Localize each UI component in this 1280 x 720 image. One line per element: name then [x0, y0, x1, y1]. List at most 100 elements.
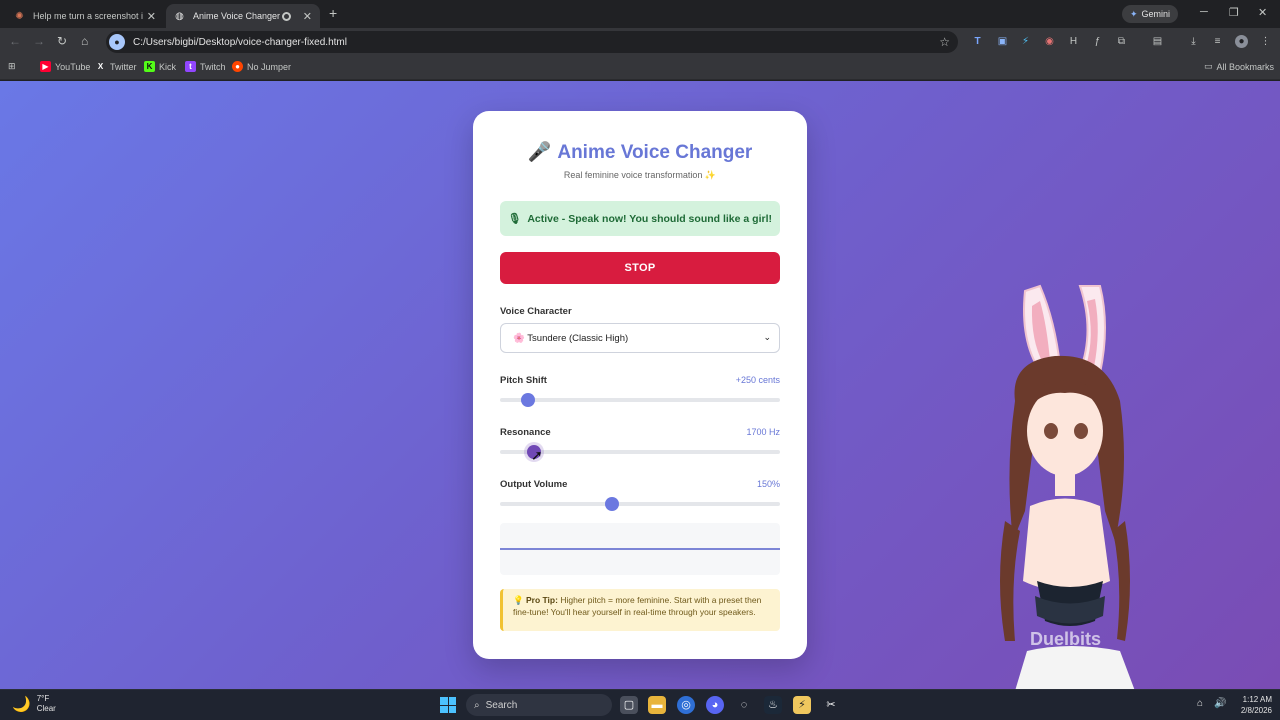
bookmarks-bar: ⊞ ▶ YouTube X Twitter K Kick t Twitch ● …: [0, 56, 1280, 80]
weather-temp: 7°F: [36, 694, 50, 703]
twitch-icon: t: [185, 61, 196, 72]
close-tab-icon[interactable]: ✕: [147, 10, 156, 23]
waveform-line: [500, 548, 780, 550]
browser-toolbar: ← → ↻ ⌂ ● C:/Users/bigbi/Desktop/voice-c…: [0, 28, 1280, 56]
microphone-icon: 🎤: [527, 142, 552, 163]
windows-taskbar: 🌙 7°F Clear ⌕ Search ▢ ▬ ◎ ◕ ◌ ♨ ⚡ ✂ ⌂ 🔊…: [0, 689, 1280, 720]
extension-tv-icon[interactable]: T: [971, 35, 984, 48]
capcut-icon[interactable]: ✂: [822, 696, 840, 714]
page-title-text: Anime Voice Changer: [557, 142, 753, 163]
recording-icon: [281, 11, 291, 21]
close-tab-icon[interactable]: ✕: [303, 10, 312, 23]
folder-icon: ▭: [1204, 61, 1213, 71]
menu-kebab-icon[interactable]: ⋮: [1259, 35, 1272, 48]
profile-avatar[interactable]: ●: [1235, 35, 1248, 48]
bookmark-no-jumper[interactable]: ● No Jumper: [232, 61, 291, 72]
bookmark-label: Twitch: [200, 61, 226, 72]
extension-record-icon[interactable]: ◉: [1043, 35, 1056, 48]
vtuber-avatar: [1000, 284, 1135, 689]
task-view-icon[interactable]: ▢: [620, 696, 638, 714]
output-volume-thumb[interactable]: [605, 497, 619, 511]
start-button[interactable]: [440, 697, 456, 713]
tip-title: Pro Tip:: [525, 595, 558, 605]
tab-help-screenshot[interactable]: ✺ Help me turn a screenshot into ✕: [6, 4, 164, 28]
lightbulb-icon: 💡: [513, 595, 524, 605]
pitch-shift-thumb[interactable]: [521, 393, 535, 407]
output-volume-label: Output Volume: [500, 479, 568, 490]
page-viewport: 🎤 Anime Voice Changer Real feminine voice…: [0, 81, 1280, 689]
kick-icon: K: [144, 61, 155, 72]
discord-icon[interactable]: ◕: [706, 696, 724, 714]
clock-date: 2/8/2026: [1240, 706, 1272, 715]
new-tab-button[interactable]: +: [329, 5, 337, 21]
pitch-shift-label: Pitch Shift: [500, 375, 547, 386]
bookmark-label: Twitter: [110, 61, 137, 72]
reload-button[interactable]: ↻: [57, 34, 67, 48]
extension-screen-icon[interactable]: ▣: [996, 35, 1009, 48]
extension-translate-icon[interactable]: ⚡: [1019, 35, 1032, 48]
taskbar-search[interactable]: ⌕ Search: [466, 694, 612, 716]
clock-time: 1:12 AM: [1242, 695, 1272, 704]
app-icon[interactable]: ⚡: [793, 696, 811, 714]
apps-grid-icon[interactable]: ⊞: [8, 61, 16, 72]
tab-strip: ✺ Help me turn a screenshot into ✕ ◍ Ani…: [0, 0, 1280, 28]
home-button[interactable]: ⌂: [81, 34, 88, 48]
voice-character-label: Voice Character: [500, 306, 572, 317]
chevron-down-icon: ⌄: [763, 332, 771, 342]
gemini-icon: ✦: [1130, 8, 1138, 19]
x-icon: X: [97, 62, 104, 71]
system-clock[interactable]: 1:12 AM 2/8/2026: [1228, 694, 1272, 716]
output-volume-slider[interactable]: [500, 497, 780, 511]
watermark: Duelbits: [1030, 629, 1102, 649]
extensions-puzzle-icon[interactable]: ⧉: [1115, 35, 1128, 48]
voice-changer-card: 🎤 Anime Voice Changer Real feminine voice…: [473, 111, 807, 659]
extension-f-icon[interactable]: ƒ: [1091, 35, 1104, 48]
pitch-shift-slider[interactable]: [500, 393, 780, 407]
back-button[interactable]: ←: [9, 34, 21, 48]
bookmark-twitch[interactable]: t Twitch: [185, 61, 226, 72]
extension-h-icon[interactable]: H: [1067, 35, 1080, 48]
close-window-button[interactable]: ✕: [1258, 6, 1267, 19]
stop-button[interactable]: STOP: [500, 252, 780, 284]
media-controls-icon[interactable]: ≡: [1211, 35, 1224, 48]
microphone-permission-icon[interactable]: ●: [109, 34, 125, 50]
chrome-icon[interactable]: ◎: [677, 696, 695, 714]
search-placeholder: Search: [485, 699, 518, 711]
voice-character-select[interactable]: 🌸 Tsundere (Classic High) ⌄: [500, 323, 780, 353]
address-bar[interactable]: ● C:/Users/bigbi/Desktop/voice-changer-f…: [106, 31, 958, 53]
audio-visualizer: [500, 523, 780, 575]
obs-icon[interactable]: ◌: [735, 696, 753, 714]
steam-icon[interactable]: ♨: [764, 696, 782, 714]
forward-button[interactable]: →: [33, 34, 45, 48]
youtube-icon: ▶: [40, 61, 51, 72]
bookmark-kick[interactable]: K Kick: [144, 61, 176, 72]
download-icon[interactable]: ⤓: [1187, 35, 1200, 48]
volume-icon[interactable]: 🔊: [1214, 698, 1226, 709]
reddit-icon: ●: [232, 61, 243, 72]
moon-icon: 🌙: [12, 696, 31, 713]
tab-title: Anime Voice Changer: [193, 11, 281, 21]
restore-button[interactable]: ❐: [1229, 6, 1239, 19]
tab-anime-voice-changer[interactable]: ◍ Anime Voice Changer ✕: [166, 4, 320, 28]
output-volume-value: 150%: [756, 479, 780, 489]
file-explorer-icon[interactable]: ▬: [648, 696, 666, 714]
selected-voice: 🌸 Tsundere (Classic High): [513, 332, 629, 344]
bookmark-youtube[interactable]: ▶ YouTube: [40, 61, 90, 72]
bookmark-label: No Jumper: [247, 61, 292, 72]
mouse-cursor-icon: ➚: [531, 447, 543, 463]
network-icon[interactable]: ⌂: [1197, 698, 1203, 709]
bookmark-label: YouTube: [55, 61, 91, 72]
gemini-button[interactable]: ✦ Gemini: [1122, 5, 1179, 23]
search-icon: ⌕: [474, 699, 480, 711]
bookmark-label: Kick: [159, 61, 177, 72]
globe-icon: ◍: [175, 10, 184, 22]
weather-widget[interactable]: 🌙 7°F Clear: [12, 694, 56, 714]
minimize-button[interactable]: ─: [1200, 6, 1208, 18]
claude-icon: ✺: [15, 10, 24, 22]
all-bookmarks[interactable]: ▭ All Bookmarks: [1204, 61, 1274, 72]
bookmark-star-icon[interactable]: ☆: [939, 35, 950, 49]
side-panel-icon[interactable]: ▤: [1151, 35, 1164, 48]
pitch-shift-value: +250 cents: [735, 375, 780, 385]
bookmark-twitter[interactable]: X Twitter: [95, 61, 137, 72]
resonance-label: Resonance: [500, 427, 551, 438]
